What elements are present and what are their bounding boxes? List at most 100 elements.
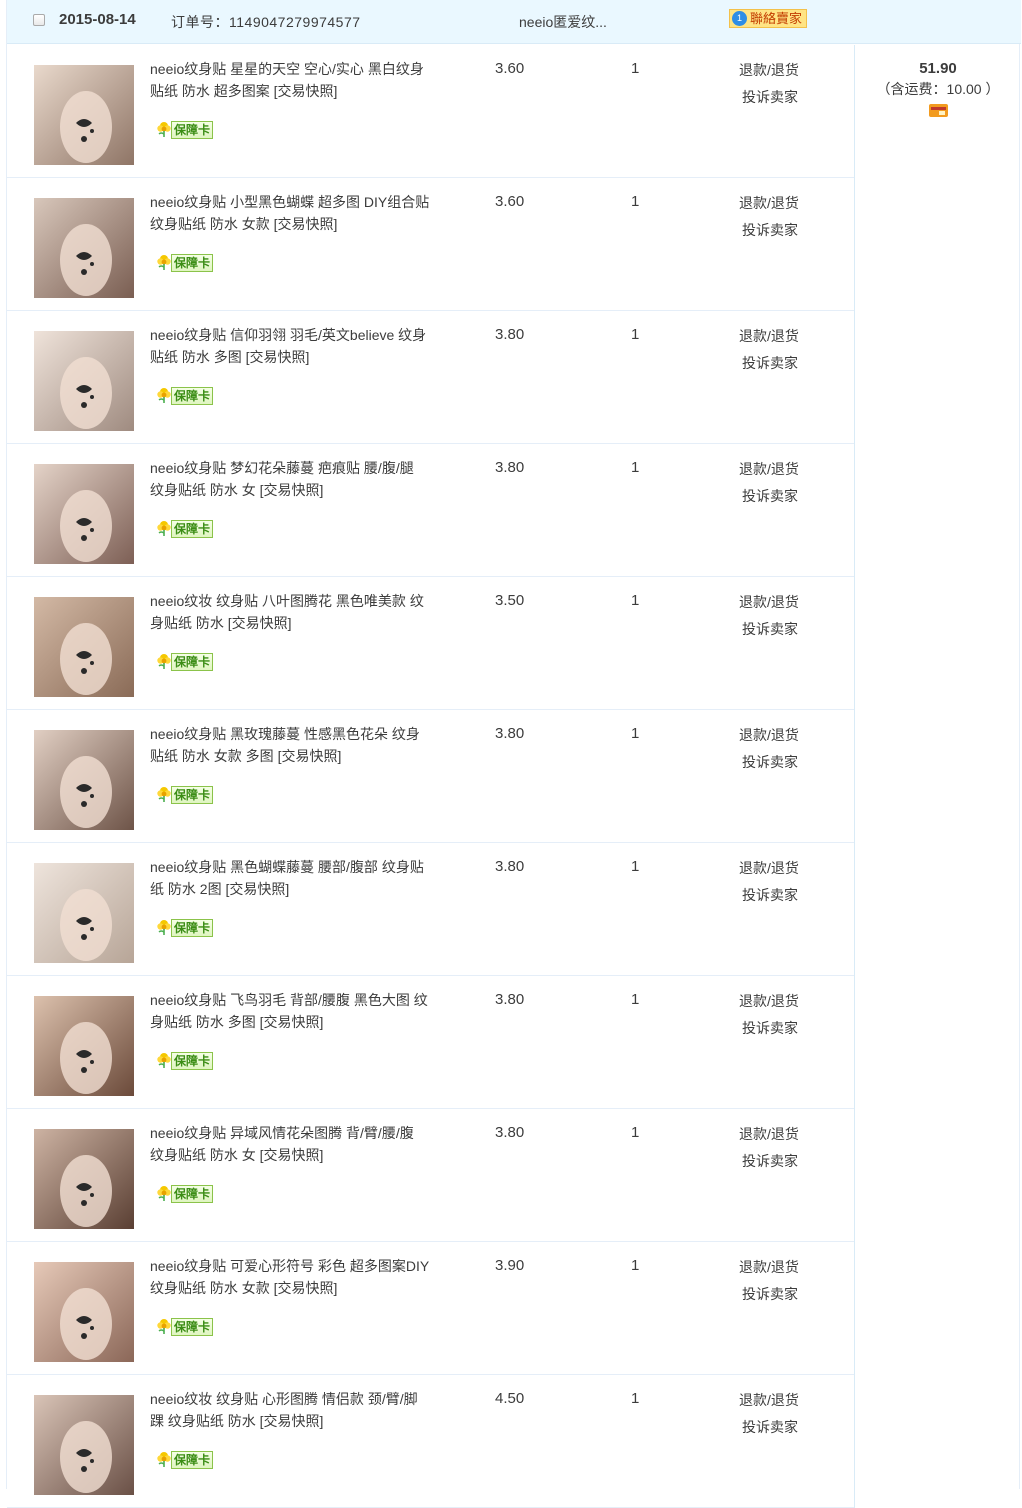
- order-item-row: neeio纹妆 纹身贴 心形图腾 情侣款 颈/臂/脚踝 纹身贴纸 防水 [交易快…: [7, 1375, 854, 1508]
- unit-price: 3.80: [495, 1124, 525, 1141]
- guarantee-card-label: 保障卡: [171, 520, 214, 538]
- complain-seller-link[interactable]: 投诉卖家: [742, 353, 798, 373]
- order-checkbox[interactable]: [33, 14, 45, 26]
- quantity: 1: [631, 1124, 640, 1141]
- refund-return-link[interactable]: 退款/退货: [739, 60, 799, 80]
- complain-seller-link[interactable]: 投诉卖家: [742, 1284, 798, 1304]
- product-title-link[interactable]: neeio纹妆 纹身贴 八叶图腾花 黑色唯美款 纹身贴纸 防水 [交易快照]: [150, 590, 430, 634]
- chat-icon: 1: [732, 11, 747, 26]
- refund-return-link[interactable]: 退款/退货: [739, 1390, 799, 1410]
- product-image-icon: [34, 730, 134, 830]
- trade-snapshot-link[interactable]: [交易快照]: [246, 349, 310, 365]
- trade-snapshot-link[interactable]: [交易快照]: [274, 83, 338, 99]
- refund-return-link[interactable]: 退款/退货: [739, 459, 799, 479]
- order-number: 订单号：1149047279974577: [171, 14, 361, 30]
- trade-snapshot-link[interactable]: [交易快照]: [278, 748, 342, 764]
- trade-snapshot-link[interactable]: [交易快照]: [225, 881, 289, 897]
- unit-price: 3.50: [495, 592, 525, 609]
- trade-snapshot-link[interactable]: [交易快照]: [274, 216, 338, 232]
- guarantee-card-label: 保障卡: [171, 121, 214, 139]
- product-image-icon: [34, 464, 134, 564]
- product-thumbnail[interactable]: [34, 730, 134, 830]
- complain-seller-link[interactable]: 投诉卖家: [742, 752, 798, 772]
- payment-card-icon[interactable]: [928, 104, 948, 117]
- guarantee-card-label: 保障卡: [171, 387, 214, 405]
- order-item-row: neeio纹妆 纹身贴 八叶图腾花 黑色唯美款 纹身贴纸 防水 [交易快照] 保…: [7, 577, 854, 710]
- product-thumbnail[interactable]: [34, 1262, 134, 1362]
- quantity: 1: [631, 1390, 640, 1407]
- order-item-row: neeio纹身贴 星星的天空 空心/实心 黑白纹身贴纸 防水 超多图案 [交易快…: [7, 45, 854, 178]
- trade-snapshot-link[interactable]: [交易快照]: [260, 1413, 324, 1429]
- product-title-link[interactable]: neeio纹身贴 可爱心形符号 彩色 超多图案DIY 纹身贴纸 防水 女款 [交…: [150, 1255, 430, 1299]
- product-thumbnail[interactable]: [34, 597, 134, 697]
- contact-seller-button[interactable]: 1 聯絡賣家: [729, 9, 808, 28]
- guarantee-card-label: 保障卡: [171, 1052, 214, 1070]
- product-thumbnail[interactable]: [34, 1129, 134, 1229]
- product-image-icon: [34, 863, 134, 963]
- order-item-row: neeio纹身贴 信仰羽翎 羽毛/英文believe 纹身贴纸 防水 多图 [交…: [7, 311, 854, 444]
- product-title-link[interactable]: neeio纹身贴 信仰羽翎 羽毛/英文believe 纹身贴纸 防水 多图 [交…: [150, 324, 430, 368]
- quantity: 1: [631, 60, 640, 77]
- complain-seller-link[interactable]: 投诉卖家: [742, 1417, 798, 1437]
- complain-seller-link[interactable]: 投诉卖家: [742, 885, 798, 905]
- product-title-link[interactable]: neeio纹妆 纹身贴 心形图腾 情侣款 颈/臂/脚踝 纹身贴纸 防水 [交易快…: [150, 1388, 430, 1432]
- complain-seller-link[interactable]: 投诉卖家: [742, 87, 798, 107]
- product-thumbnail[interactable]: [34, 198, 134, 298]
- complain-seller-link[interactable]: 投诉卖家: [742, 1151, 798, 1171]
- unit-price: 3.80: [495, 459, 525, 476]
- product-title-link[interactable]: neeio纹身贴 星星的天空 空心/实心 黑白纹身贴纸 防水 超多图案 [交易快…: [150, 58, 430, 102]
- quantity: 1: [631, 193, 640, 210]
- product-thumbnail[interactable]: [34, 331, 134, 431]
- trade-snapshot-link[interactable]: [交易快照]: [260, 1014, 324, 1030]
- product-title-link[interactable]: neeio纹身贴 小型黑色蝴蝶 超多图 DIY组合贴 纹身贴纸 防水 女款 [交…: [150, 191, 430, 235]
- quantity: 1: [631, 725, 640, 742]
- product-thumbnail[interactable]: [34, 65, 134, 165]
- refund-return-link[interactable]: 退款/退货: [739, 592, 799, 612]
- refund-return-link[interactable]: 退款/退货: [739, 326, 799, 346]
- complain-seller-link[interactable]: 投诉卖家: [742, 619, 798, 639]
- product-title-link[interactable]: neeio纹身贴 黑玫瑰藤蔓 性感黑色花朵 纹身贴纸 防水 女款 多图 [交易快…: [150, 723, 430, 767]
- guarantee-card-label: 保障卡: [171, 1451, 214, 1469]
- trade-snapshot-link[interactable]: [交易快照]: [260, 1147, 324, 1163]
- refund-return-link[interactable]: 退款/退货: [739, 193, 799, 213]
- product-title-link[interactable]: neeio纹身贴 梦幻花朵藤蔓 疤痕贴 腰/腹/腿 纹身贴纸 防水 女 [交易快…: [150, 457, 430, 501]
- order-item-row: neeio纹身贴 梦幻花朵藤蔓 疤痕贴 腰/腹/腿 纹身贴纸 防水 女 [交易快…: [7, 444, 854, 577]
- product-thumbnail[interactable]: [34, 996, 134, 1096]
- product-thumbnail[interactable]: [34, 1395, 134, 1495]
- refund-return-link[interactable]: 退款/退货: [739, 1257, 799, 1277]
- guarantee-card-label: 保障卡: [171, 919, 214, 937]
- product-title-link[interactable]: neeio纹身贴 黑色蝴蝶藤蔓 腰部/腹部 纹身贴纸 防水 2图 [交易快照]: [150, 856, 430, 900]
- product-thumbnail[interactable]: [34, 863, 134, 963]
- complain-seller-link[interactable]: 投诉卖家: [742, 486, 798, 506]
- complain-seller-link[interactable]: 投诉卖家: [742, 1018, 798, 1038]
- shop-name-link[interactable]: neeio匿爱纹...: [519, 12, 607, 32]
- trade-snapshot-link[interactable]: [交易快照]: [228, 615, 292, 631]
- guarantee-card-label: 保障卡: [171, 786, 214, 804]
- complain-seller-link[interactable]: 投诉卖家: [742, 220, 798, 240]
- product-title-link[interactable]: neeio纹身贴 异域风情花朵图腾 背/臂/腰/腹 纹身贴纸 防水 女 [交易快…: [150, 1122, 430, 1166]
- quantity: 1: [631, 858, 640, 875]
- product-image-icon: [34, 1395, 134, 1495]
- order-total: 51.90: [919, 60, 957, 77]
- refund-return-link[interactable]: 退款/退货: [739, 1124, 799, 1144]
- unit-price: 3.90: [495, 1257, 525, 1274]
- order-date: 2015-08-14: [59, 11, 136, 28]
- refund-return-link[interactable]: 退款/退货: [739, 725, 799, 745]
- order-item-row: neeio纹身贴 黑玫瑰藤蔓 性感黑色花朵 纹身贴纸 防水 女款 多图 [交易快…: [7, 710, 854, 843]
- trade-snapshot-link[interactable]: [交易快照]: [274, 1280, 338, 1296]
- contact-seller-label: 聯絡賣家: [750, 11, 803, 26]
- unit-price: 3.60: [495, 193, 525, 210]
- unit-price: 4.50: [495, 1390, 525, 1407]
- product-thumbnail[interactable]: [34, 464, 134, 564]
- refund-return-link[interactable]: 退款/退货: [739, 991, 799, 1011]
- shipping-fee: （含运费：10.00 ）: [876, 81, 1000, 97]
- order-card: 2015-08-14 订单号：1149047279974577 neeio匿爱纹…: [6, 0, 1021, 1508]
- quantity: 1: [631, 991, 640, 1008]
- refund-return-link[interactable]: 退款/退货: [739, 858, 799, 878]
- product-image-icon: [34, 996, 134, 1096]
- product-image-icon: [34, 1262, 134, 1362]
- trade-snapshot-link[interactable]: [交易快照]: [260, 482, 324, 498]
- order-item-row: neeio纹身贴 飞鸟羽毛 背部/腰腹 黑色大图 纹身贴纸 防水 多图 [交易快…: [7, 976, 854, 1109]
- quantity: 1: [631, 326, 640, 343]
- product-title-link[interactable]: neeio纹身贴 飞鸟羽毛 背部/腰腹 黑色大图 纹身贴纸 防水 多图 [交易快…: [150, 989, 430, 1033]
